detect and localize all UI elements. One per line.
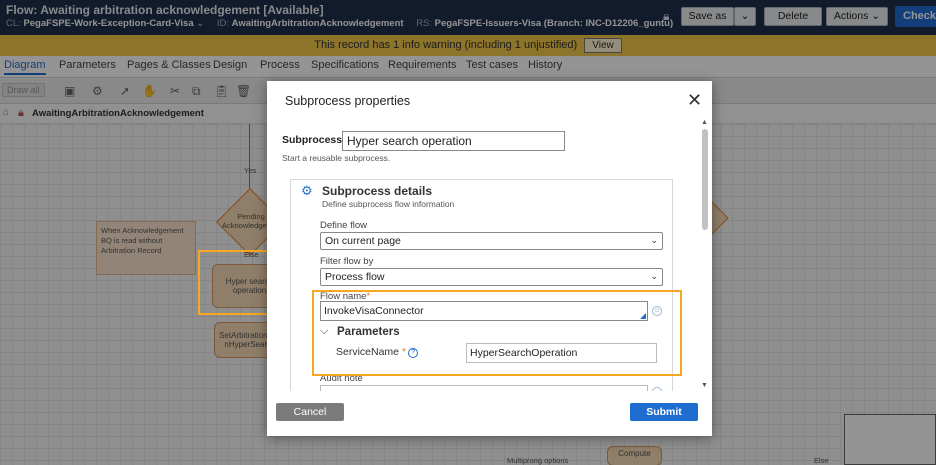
filter-flow-select[interactable]: Process flow ⌄ xyxy=(320,268,663,286)
section-subtitle: Define subprocess flow information xyxy=(322,199,455,209)
subprocess-label: Subprocess: xyxy=(282,134,346,146)
highlight-box-parameters xyxy=(312,290,682,376)
filter-flow-label: Filter flow by xyxy=(320,256,374,267)
subprocess-properties-dialog: Subprocess properties ✕ Subprocess: Star… xyxy=(267,81,712,436)
chevron-down-icon: ⌄ xyxy=(650,235,658,245)
cancel-button[interactable]: Cancel xyxy=(276,403,344,421)
filter-flow-value: Process flow xyxy=(325,271,385,283)
section-title: Subprocess details xyxy=(322,184,433,198)
chevron-down-icon: ⌄ xyxy=(650,271,658,281)
close-icon[interactable]: ✕ xyxy=(687,90,702,111)
define-flow-label: Define flow xyxy=(320,220,367,231)
subprocess-help-text: Start a reusable subprocess. xyxy=(282,153,391,163)
scroll-down-icon[interactable]: ▼ xyxy=(701,382,708,389)
define-flow-select[interactable]: On current page ⌄ xyxy=(320,232,663,250)
define-flow-value: On current page xyxy=(325,235,401,247)
subprocess-name-input[interactable] xyxy=(342,131,565,151)
scroll-up-icon[interactable]: ▲ xyxy=(701,119,708,126)
audit-note-input[interactable] xyxy=(320,385,648,391)
dialog-scrollbar[interactable]: ▲ ▼ xyxy=(701,119,709,391)
gear-icon: ⚙ xyxy=(301,183,313,198)
dialog-title: Subprocess properties xyxy=(285,94,411,108)
submit-button[interactable]: Submit xyxy=(630,403,698,421)
audit-note-icon[interactable] xyxy=(652,387,662,391)
scrollbar-thumb[interactable] xyxy=(702,129,708,230)
